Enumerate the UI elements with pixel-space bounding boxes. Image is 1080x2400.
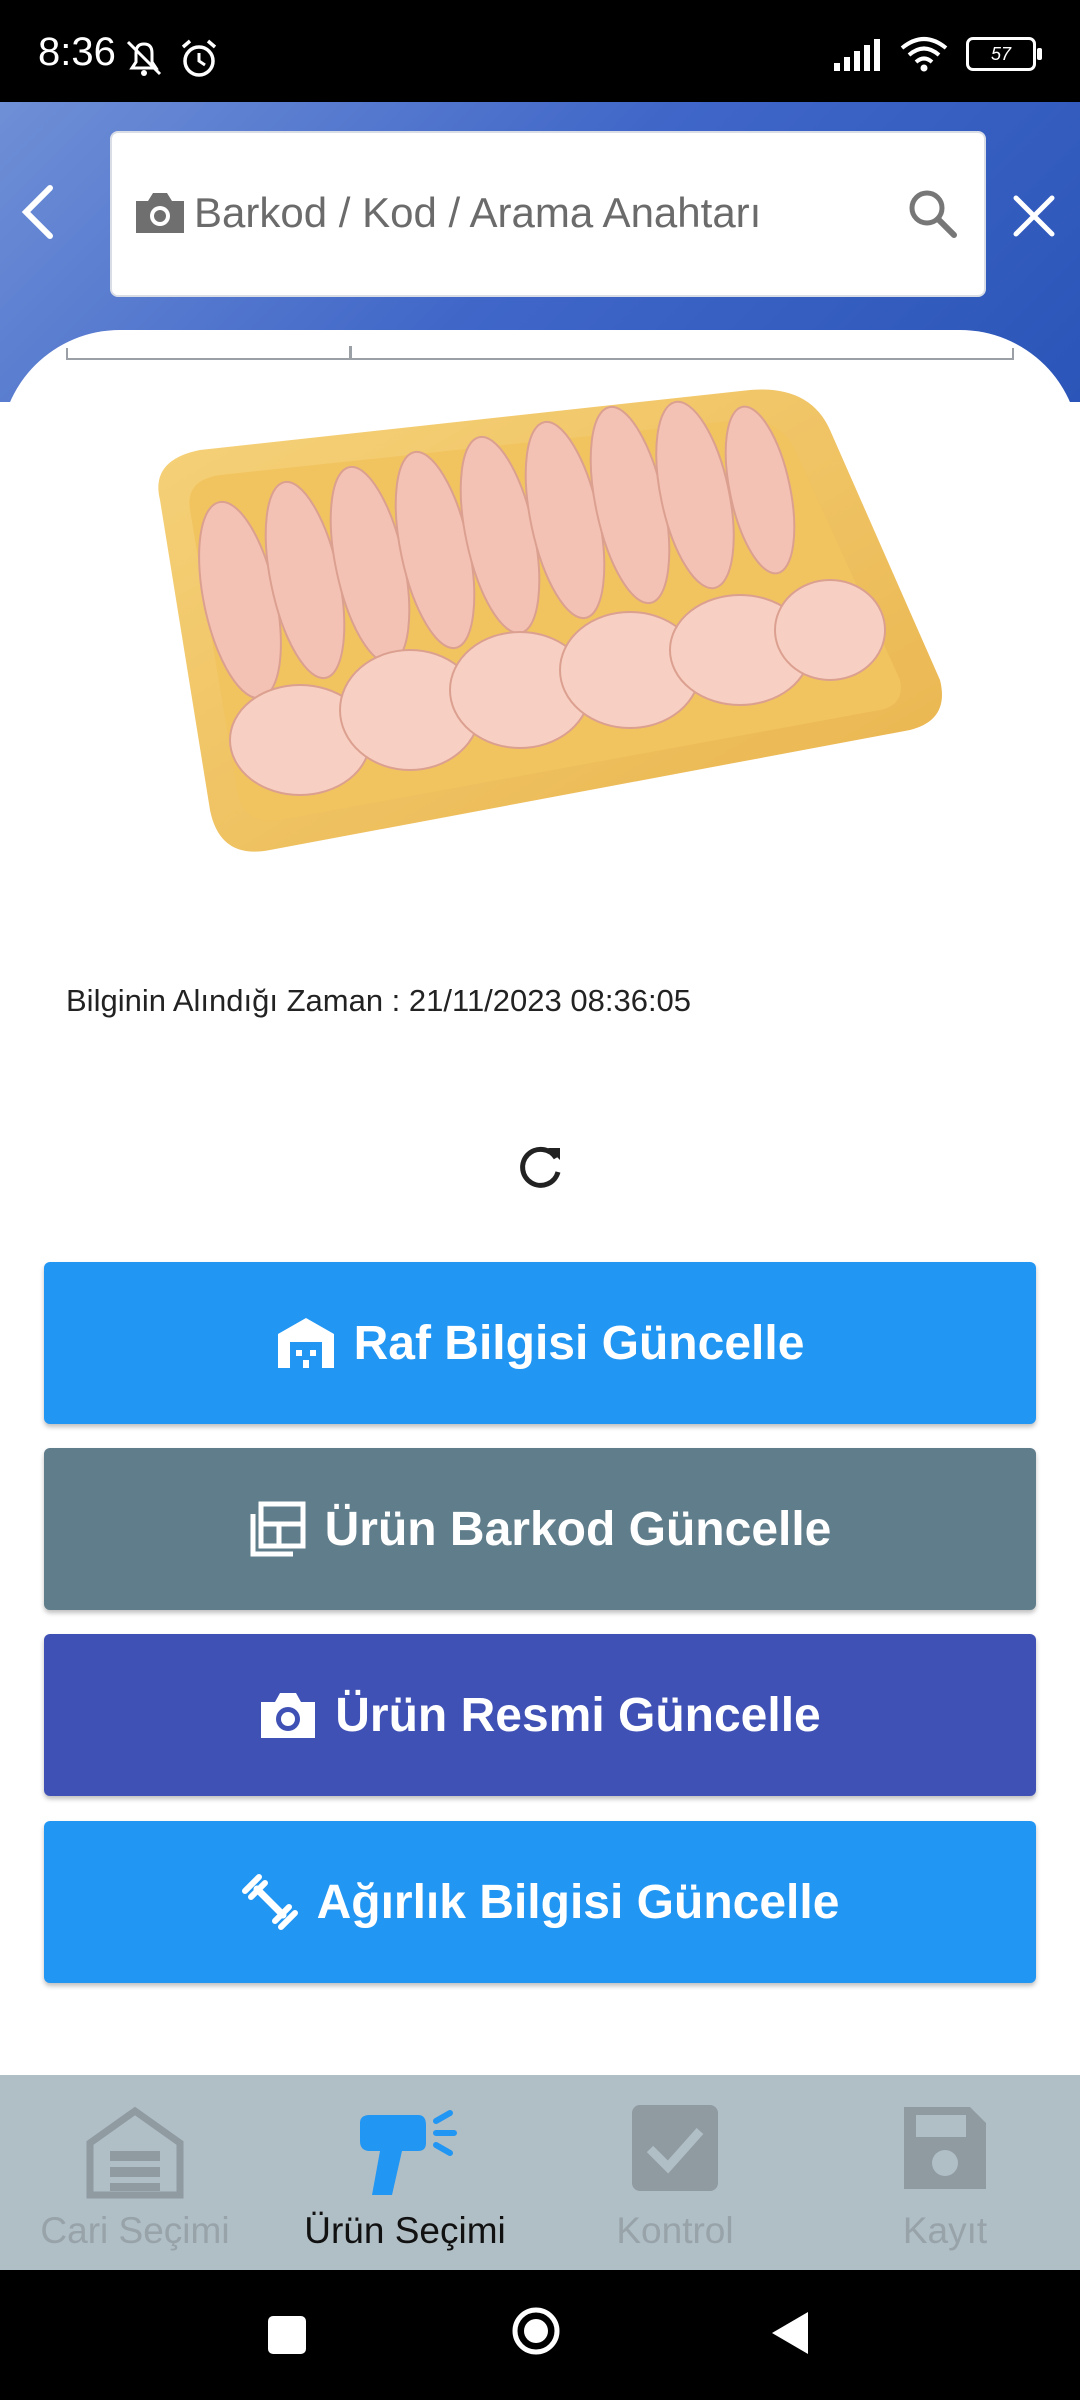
warehouse-icon — [277, 1318, 334, 1368]
product-image — [158, 389, 943, 852]
nav-item-kayit[interactable]: Kayıt — [810, 2075, 1080, 2270]
nav-item-kontrol[interactable]: Kontrol — [540, 2075, 810, 2270]
slider-tick — [1012, 348, 1014, 360]
home-button[interactable] — [512, 2307, 560, 2355]
recents-button[interactable] — [268, 2316, 306, 2354]
nav-label-kontrol: Kontrol — [616, 2210, 734, 2251]
update-image-button[interactable]: Ürün Resmi Güncelle — [44, 1634, 1036, 1796]
search-input[interactable]: Barkod / Kod / Arama Anahtarı — [110, 131, 986, 297]
slider-tick — [349, 346, 352, 360]
dashboard-icon — [250, 1501, 306, 1557]
signal-icon — [834, 39, 880, 71]
barcode-scanner-icon — [360, 2110, 457, 2195]
update-barcode-label: Ürün Barkod Güncelle — [324, 1502, 832, 1556]
dumbbell-icon — [241, 1874, 298, 1930]
battery-indicator: 57 — [966, 37, 1042, 71]
update-barcode-button[interactable]: Ürün Barkod Güncelle — [44, 1448, 1036, 1610]
status-bar: 8:36 57 — [0, 0, 1080, 102]
status-time: 8:36 — [38, 30, 116, 74]
search-placeholder: Barkod / Kod / Arama Anahtarı — [194, 189, 762, 236]
camera-icon[interactable] — [132, 189, 188, 237]
status-icons-left — [122, 38, 220, 80]
update-shelf-label: Raf Bilgisi Güncelle — [353, 1316, 805, 1370]
wifi-icon — [900, 37, 948, 72]
nav-item-cari-secimi[interactable]: Cari Seçimi — [0, 2075, 270, 2270]
back-button[interactable] — [768, 2310, 812, 2356]
update-image-label: Ürün Resmi Güncelle — [335, 1688, 821, 1742]
alarm-icon — [181, 39, 217, 77]
close-icon[interactable] — [1008, 190, 1060, 242]
update-weight-label: Ağırlık Bilgisi Güncelle — [316, 1875, 840, 1929]
camera-icon — [261, 1693, 316, 1738]
update-weight-button[interactable]: Ağırlık Bilgisi Güncelle — [44, 1821, 1036, 1983]
slider-tick — [66, 348, 68, 360]
save-icon — [904, 2107, 986, 2189]
bottom-navigation: Cari Seçimi Ürün Seçimi Kontrol Kayıt — [0, 2075, 1080, 2270]
refresh-icon[interactable] — [512, 1140, 568, 1196]
nav-item-urun-secimi[interactable]: Ürün Seçimi — [270, 2075, 540, 2270]
nav-label-urun-secimi: Ürün Seçimi — [304, 2210, 506, 2251]
nav-label-kayit: Kayıt — [902, 2210, 988, 2251]
back-arrow-icon[interactable] — [16, 182, 60, 242]
muted-bell-icon — [126, 40, 162, 76]
status-icons-right: 57 — [832, 36, 1042, 72]
house-icon — [86, 2106, 184, 2199]
nav-label-cari-secimi: Cari Seçimi — [40, 2210, 230, 2251]
info-timestamp: Bilginin Alındığı Zaman : 21/11/2023 08:… — [66, 983, 692, 1018]
search-icon[interactable] — [906, 187, 960, 241]
image-slider-track[interactable] — [66, 358, 1014, 360]
update-shelf-button[interactable]: Raf Bilgisi Güncelle — [44, 1262, 1036, 1424]
checkbox-icon — [632, 2105, 718, 2191]
